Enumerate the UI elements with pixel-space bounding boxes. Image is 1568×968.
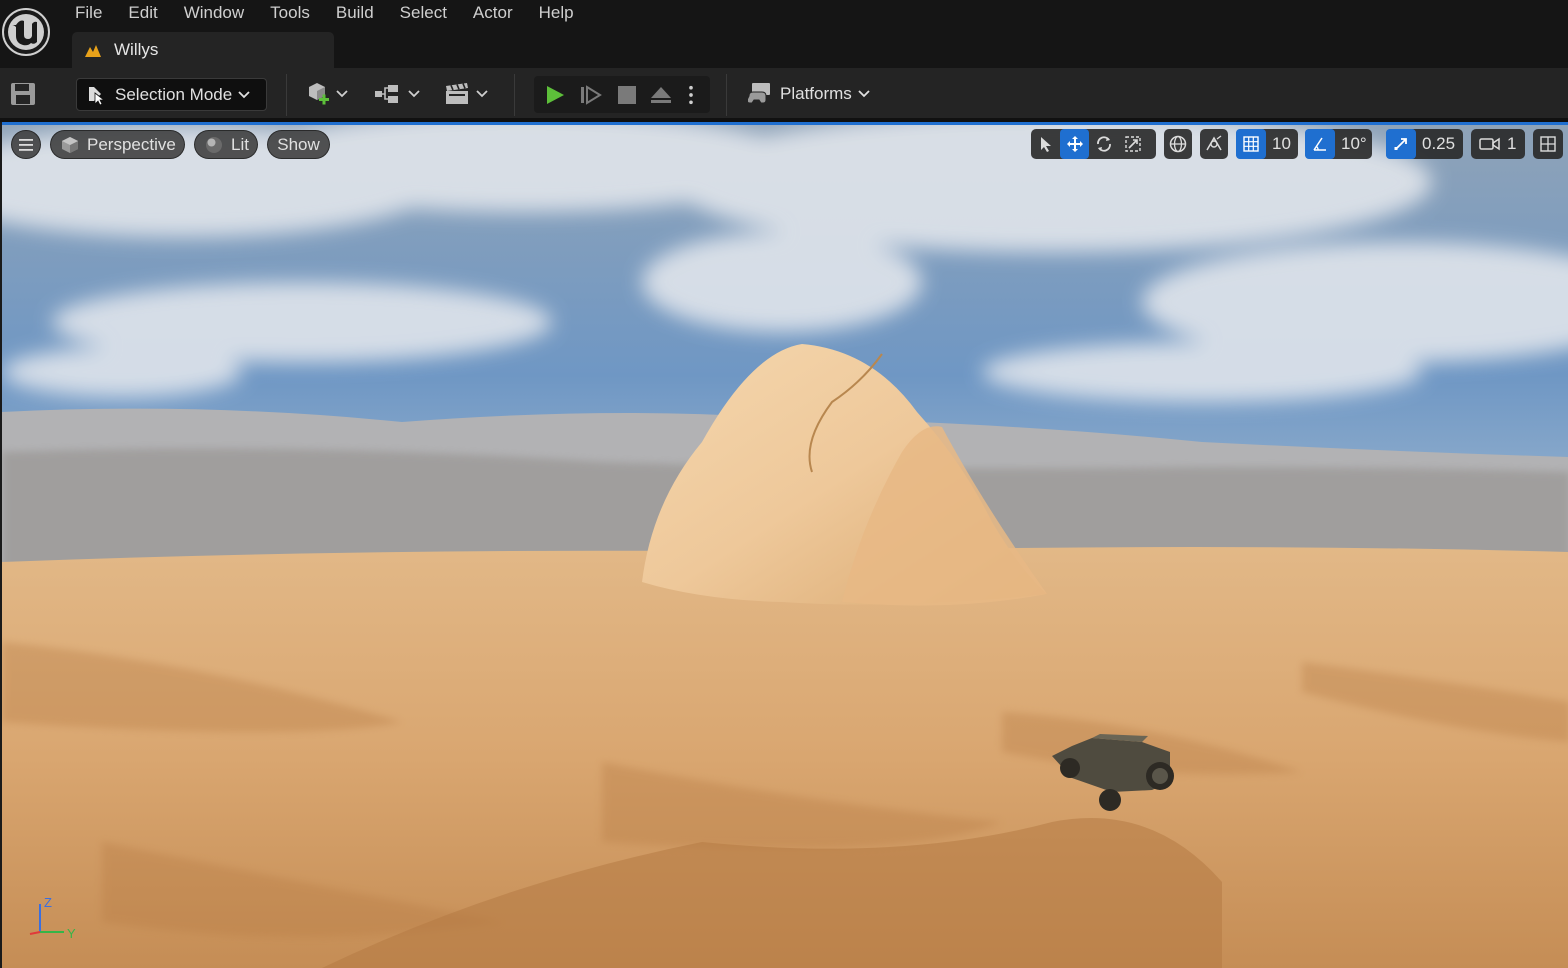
rotate-tool[interactable] bbox=[1089, 129, 1118, 159]
chevron-down-icon bbox=[858, 90, 870, 98]
add-actor-icon bbox=[309, 83, 329, 105]
coordinate-system-button[interactable] bbox=[1164, 129, 1192, 159]
unreal-logo-icon[interactable] bbox=[1, 3, 51, 57]
chevron-down-icon bbox=[408, 90, 420, 98]
add-actor-button[interactable] bbox=[306, 80, 348, 108]
view-mode-button[interactable]: Perspective bbox=[50, 130, 185, 159]
stop-icon[interactable] bbox=[616, 85, 638, 105]
title-bar: File Edit Window Tools Build Select Acto… bbox=[0, 0, 1568, 68]
eject-icon[interactable] bbox=[650, 85, 672, 105]
grid-icon bbox=[1243, 136, 1259, 152]
camera-speed-control[interactable]: 1 bbox=[1471, 129, 1525, 159]
axis-gizmo: Z Y bbox=[29, 895, 76, 941]
camera-icon bbox=[1479, 137, 1500, 151]
scale-snap-value: 0.25 bbox=[1422, 134, 1456, 153]
camera-speed-value: 1 bbox=[1507, 134, 1517, 153]
level-icon bbox=[85, 45, 101, 57]
scale-snap-icon bbox=[1394, 138, 1407, 150]
chevron-down-icon bbox=[238, 90, 250, 98]
viewport-scene bbox=[2, 122, 1568, 968]
surface-snapping-button[interactable] bbox=[1200, 129, 1228, 159]
scale-snap-control[interactable]: 0.25 bbox=[1386, 129, 1463, 159]
level-tab[interactable]: Willys bbox=[72, 32, 334, 68]
more-options-icon[interactable] bbox=[686, 85, 696, 105]
chevron-down-icon bbox=[336, 90, 348, 98]
menu-edit[interactable]: Edit bbox=[115, 0, 170, 26]
cinematics-button[interactable] bbox=[444, 80, 488, 108]
grid-snap-toggle[interactable] bbox=[1236, 129, 1266, 159]
toolbar-divider bbox=[286, 74, 287, 116]
rotation-snap-control[interactable]: 10° bbox=[1305, 129, 1372, 159]
rotation-snap-value: 10° bbox=[1341, 134, 1367, 153]
blueprints-button[interactable] bbox=[374, 80, 420, 108]
hamburger-menu-icon bbox=[19, 138, 33, 151]
scale-icon bbox=[1124, 136, 1141, 152]
scale-tool[interactable] bbox=[1118, 129, 1147, 159]
menu-file[interactable]: File bbox=[62, 0, 115, 26]
perspective-cube-icon bbox=[62, 136, 78, 153]
menu-select[interactable]: Select bbox=[387, 0, 460, 26]
view-mode-label: Perspective bbox=[87, 134, 176, 154]
lit-sphere-icon bbox=[206, 136, 222, 153]
lighting-mode-label: Lit bbox=[231, 134, 249, 154]
translate-tool[interactable] bbox=[1060, 129, 1089, 159]
rotation-snap-toggle[interactable] bbox=[1305, 129, 1335, 159]
grid-snap-control[interactable]: 10 bbox=[1236, 129, 1298, 159]
lighting-mode-button[interactable]: Lit bbox=[194, 130, 258, 159]
show-flags-label: Show bbox=[277, 134, 320, 154]
play-controls bbox=[534, 76, 710, 113]
grid-snap-value: 10 bbox=[1272, 134, 1291, 153]
scale-snap-toggle[interactable] bbox=[1386, 129, 1416, 159]
advance-frame-icon[interactable] bbox=[580, 85, 602, 105]
selection-mode-label: Selection Mode bbox=[115, 84, 233, 104]
show-flags-button[interactable]: Show bbox=[267, 130, 330, 159]
menu-help[interactable]: Help bbox=[526, 0, 587, 26]
platforms-dropdown[interactable]: Platforms bbox=[748, 80, 870, 108]
menu-actor[interactable]: Actor bbox=[460, 0, 526, 26]
main-toolbar: Selection Mode Platforms bbox=[0, 68, 1568, 120]
save-icon[interactable] bbox=[10, 82, 36, 106]
rotate-icon bbox=[1096, 136, 1111, 152]
platforms-label: Platforms bbox=[780, 84, 852, 103]
viewport-focus-indicator bbox=[2, 122, 1568, 125]
menu-window[interactable]: Window bbox=[171, 0, 257, 26]
move-arrows-icon bbox=[1066, 136, 1083, 152]
toolbar-divider bbox=[514, 74, 515, 116]
selection-mode-dropdown[interactable]: Selection Mode bbox=[76, 78, 267, 111]
cursor-icon bbox=[89, 86, 106, 105]
menu-build[interactable]: Build bbox=[323, 0, 387, 26]
blueprint-icon bbox=[375, 85, 398, 103]
toolbar-divider bbox=[726, 74, 727, 116]
axis-z-label: Z bbox=[44, 895, 52, 910]
globe-icon bbox=[1169, 135, 1187, 153]
axis-y-label: Y bbox=[67, 926, 76, 941]
layout-icon bbox=[1540, 136, 1556, 152]
level-tab-label: Willys bbox=[114, 40, 159, 59]
select-tool[interactable] bbox=[1031, 129, 1060, 159]
viewport-options-button[interactable] bbox=[11, 130, 41, 159]
surface-snap-icon bbox=[1206, 135, 1222, 151]
menu-tools[interactable]: Tools bbox=[257, 0, 323, 26]
clapperboard-icon bbox=[446, 83, 468, 104]
chevron-down-icon bbox=[476, 90, 488, 98]
viewport-layout-button[interactable] bbox=[1533, 129, 1563, 159]
angle-icon bbox=[1313, 137, 1326, 151]
level-viewport[interactable]: Perspective Lit Show 10 10° 0.25 1 Z Y bbox=[0, 122, 1568, 968]
menu-bar: File Edit Window Tools Build Select Acto… bbox=[62, 0, 587, 26]
transform-tools bbox=[1031, 129, 1156, 159]
play-icon[interactable] bbox=[544, 85, 566, 105]
pointer-icon bbox=[1040, 137, 1051, 152]
platforms-icon bbox=[748, 83, 770, 104]
